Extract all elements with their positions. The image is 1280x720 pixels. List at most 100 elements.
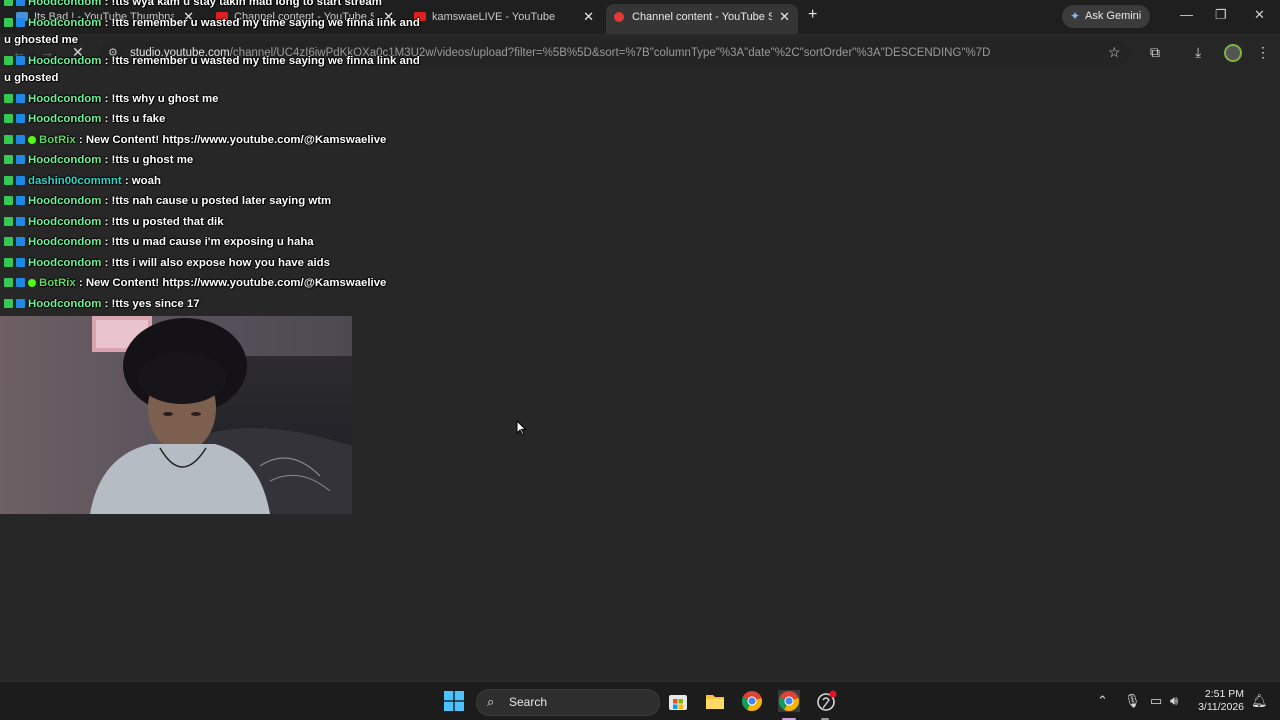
kick-badge-icon bbox=[4, 217, 13, 226]
notifications-icon[interactable]: 🔔︎ bbox=[1251, 693, 1268, 709]
chat-message: Hoodcondom : !tts u mad cause i'm exposi… bbox=[4, 236, 314, 248]
windows-taskbar: ⌕ Search ⌃ 🎙︎ ▭ 🔊︎ 2:51 PM 3/11/2026 🔔︎ bbox=[0, 681, 1280, 720]
tab-title: Channel content - YouTube Stu bbox=[632, 11, 772, 23]
platform-badge-icon bbox=[16, 176, 25, 185]
webcam-image bbox=[0, 316, 352, 514]
chat-text: : !tts u fake bbox=[101, 113, 166, 125]
windows-start-icon[interactable] bbox=[444, 691, 464, 711]
streaming-app-icon[interactable] bbox=[815, 690, 837, 712]
ask-gemini-label: Ask Gemini bbox=[1085, 10, 1142, 22]
tab-close-icon[interactable]: ✕ bbox=[779, 4, 790, 30]
chat-username: Hoodcondom bbox=[28, 298, 102, 310]
chat-username: Hoodcondom bbox=[28, 257, 102, 269]
chat-message: Hoodcondom : !tts why u ghost me bbox=[4, 93, 218, 105]
tab-channel-content-active[interactable]: Channel content - YouTube Stu ✕ bbox=[606, 4, 798, 34]
platform-badge-icon bbox=[16, 196, 25, 205]
tab-close-icon[interactable]: ✕ bbox=[583, 4, 594, 30]
platform-badge-icon bbox=[16, 217, 25, 226]
new-tab-button[interactable]: + bbox=[808, 6, 817, 24]
chat-text: : !tts i will also expose how you have a… bbox=[101, 257, 330, 269]
taskbar-search-box[interactable]: ⌕ Search bbox=[476, 689, 660, 716]
platform-badge-icon bbox=[16, 237, 25, 246]
chat-message: dashin00commnt : woah bbox=[4, 175, 161, 187]
bot-verified-icon bbox=[28, 136, 36, 144]
chat-username: Hoodcondom bbox=[28, 0, 102, 8]
desktop-screen: Its Bad ! - YouTube Thumbnail ✕ Channel … bbox=[0, 0, 1280, 720]
chat-username: Hoodcondom bbox=[28, 93, 102, 105]
kick-badge-icon bbox=[4, 278, 13, 287]
chat-message: Hoodcondom : !tts nah cause u posted lat… bbox=[4, 195, 331, 207]
chat-message: Hoodcondom : !tts u posted that dik bbox=[4, 216, 224, 228]
chat-text: : !tts yes since 17 bbox=[101, 298, 200, 310]
kick-badge-icon bbox=[4, 176, 13, 185]
chat-username: Hoodcondom bbox=[28, 17, 102, 29]
microsoft-store-icon[interactable] bbox=[667, 690, 689, 712]
kick-badge-icon bbox=[4, 0, 13, 6]
platform-badge-icon bbox=[16, 278, 25, 287]
ask-gemini-button[interactable]: ✦ Ask Gemini bbox=[1062, 5, 1150, 28]
maximize-button[interactable]: ❐ bbox=[1215, 7, 1227, 23]
chrome-profile-icon[interactable] bbox=[778, 690, 800, 712]
platform-badge-icon bbox=[16, 299, 25, 308]
chat-username: dashin00commnt bbox=[28, 175, 122, 187]
studio-favicon-icon bbox=[614, 12, 624, 22]
close-window-button[interactable]: ✕ bbox=[1254, 7, 1265, 23]
chat-message: Hoodcondom : !tts u fake bbox=[4, 113, 165, 125]
clock-time: 2:51 PM bbox=[1204, 688, 1244, 700]
chat-text: : !tts wya kam u stay takin mad long to … bbox=[101, 0, 382, 8]
puzzle-icon[interactable]: ⧉ bbox=[1150, 44, 1160, 61]
network-icon[interactable]: ▭ bbox=[1150, 693, 1162, 709]
chat-message: Hoodcondom : !tts remember u wasted my t… bbox=[4, 53, 424, 87]
bot-verified-icon bbox=[28, 279, 36, 287]
stream-chat-overlay: Hoodcondom : !tts wya kam u stay takin m… bbox=[0, 0, 480, 314]
chat-text: : !tts why u ghost me bbox=[101, 93, 219, 105]
chat-text: : New Content! https://www.youtube.com/@… bbox=[75, 277, 387, 289]
kick-badge-icon bbox=[4, 299, 13, 308]
kick-badge-icon bbox=[4, 94, 13, 103]
profile-avatar[interactable] bbox=[1224, 44, 1242, 62]
download-icon[interactable]: ⤓ bbox=[1195, 44, 1201, 61]
platform-badge-icon bbox=[16, 94, 25, 103]
kebab-menu-icon[interactable]: ⋮ bbox=[1256, 44, 1270, 61]
minimize-button[interactable]: — bbox=[1180, 7, 1193, 22]
clock-date: 3/11/2026 bbox=[1198, 701, 1244, 713]
chat-text: : !tts u mad cause i'm exposing u haha bbox=[101, 236, 314, 248]
gemini-sparkle-icon: ✦ bbox=[1070, 9, 1081, 23]
chat-message: Hoodcondom : !tts yes since 17 bbox=[4, 298, 200, 310]
chat-text: : !tts nah cause u posted later saying w… bbox=[101, 195, 332, 207]
platform-badge-icon bbox=[16, 135, 25, 144]
chevron-up-icon[interactable]: ⌃ bbox=[1097, 693, 1108, 709]
kick-badge-icon bbox=[4, 155, 13, 164]
chat-username: Hoodcondom bbox=[28, 55, 102, 67]
chat-message: Hoodcondom : !tts u ghost me bbox=[4, 154, 193, 166]
chat-username: Hoodcondom bbox=[28, 195, 102, 207]
chat-username: Hoodcondom bbox=[28, 216, 102, 228]
platform-badge-icon bbox=[16, 0, 25, 6]
kick-badge-icon bbox=[4, 258, 13, 267]
platform-badge-icon bbox=[16, 18, 25, 27]
search-label: Search bbox=[509, 695, 548, 709]
platform-badge-icon bbox=[16, 114, 25, 123]
chat-text: : !tts u posted that dik bbox=[101, 216, 224, 228]
chrome-icon[interactable] bbox=[741, 690, 763, 712]
kick-badge-icon bbox=[4, 114, 13, 123]
chat-text: : New Content! https://www.youtube.com/@… bbox=[75, 134, 387, 146]
file-explorer-icon[interactable] bbox=[704, 690, 726, 712]
platform-badge-icon bbox=[16, 155, 25, 164]
chat-message: BotRix : New Content! https://www.youtub… bbox=[4, 277, 386, 289]
chat-message: BotRix : New Content! https://www.youtub… bbox=[4, 134, 386, 146]
chat-username: BotRix bbox=[39, 134, 76, 146]
chat-message: Hoodcondom : !tts remember u wasted my t… bbox=[4, 15, 424, 49]
platform-badge-icon bbox=[16, 258, 25, 267]
kick-badge-icon bbox=[4, 18, 13, 27]
system-clock[interactable]: 2:51 PM 3/11/2026 bbox=[1196, 688, 1244, 714]
search-icon: ⌕ bbox=[487, 694, 495, 709]
microphone-icon[interactable]: 🎙︎ bbox=[1124, 693, 1141, 709]
kick-badge-icon bbox=[4, 135, 13, 144]
chat-message: Hoodcondom : !tts i will also expose how… bbox=[4, 257, 330, 269]
kick-badge-icon bbox=[4, 56, 13, 65]
chat-message: Hoodcondom : !tts wya kam u stay takin m… bbox=[4, 0, 382, 8]
star-icon[interactable]: ☆ bbox=[1108, 44, 1121, 61]
volume-icon[interactable]: 🔊︎ bbox=[1170, 693, 1178, 709]
kick-badge-icon bbox=[4, 237, 13, 246]
